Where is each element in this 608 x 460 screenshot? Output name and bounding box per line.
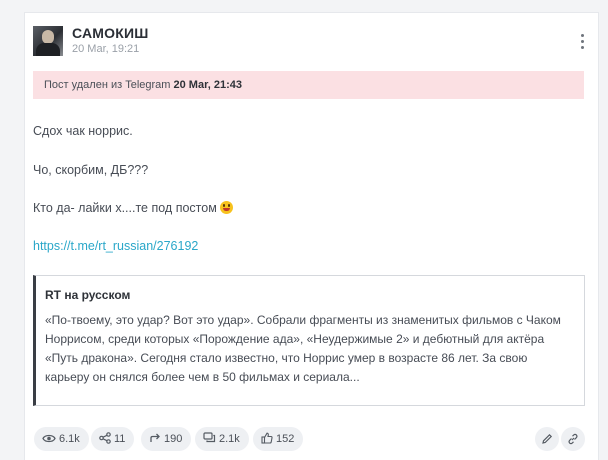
copy-link-button[interactable] — [561, 427, 585, 451]
post-card: САМОКИШ 20 Mar, 19:21 Пост удален из Tel… — [24, 12, 599, 460]
likes-count: 152 — [276, 433, 295, 445]
shares-count: 11 — [114, 433, 126, 445]
comments-stat[interactable]: 2.1k — [195, 427, 249, 451]
forwards-count: 190 — [164, 433, 183, 445]
thumbs-up-icon — [261, 432, 273, 444]
deleted-notice-text: Пост удален из Telegram — [44, 79, 174, 91]
more-vertical-icon[interactable] — [577, 33, 589, 49]
forwards-stat[interactable]: 190 — [141, 427, 192, 451]
deleted-notice-time: 20 Mar, 21:43 — [173, 79, 243, 91]
views-stat[interactable]: 6.1k — [34, 427, 89, 451]
quote-source: RT на русском — [45, 288, 131, 302]
shares-stat[interactable]: 11 — [91, 427, 135, 451]
avatar[interactable] — [33, 26, 63, 56]
views-count: 6.1k — [59, 433, 80, 445]
grinning-tongue-emoji-icon — [219, 201, 233, 214]
quote-text: «По-твоему, это удар? Вот это удар». Соб… — [45, 313, 561, 384]
message-line: Кто да- лайки х....те под постом — [33, 201, 217, 215]
comments-count: 2.1k — [219, 433, 240, 445]
author-name[interactable]: САМОКИШ — [72, 25, 149, 41]
forward-icon — [150, 433, 160, 442]
post-time: 20 Mar, 19:21 — [72, 43, 140, 55]
likes-stat[interactable]: 152 — [253, 427, 304, 451]
share-icon — [99, 432, 111, 444]
telegram-link[interactable]: https://t.me/rt_russian/276192 — [33, 239, 198, 253]
link-icon — [568, 433, 578, 445]
message-line: Сдох чак норрис. — [33, 124, 133, 138]
comments-icon — [203, 432, 216, 443]
deleted-notice: Пост удален из Telegram 20 Mar, 21:43 — [33, 71, 584, 99]
pencil-icon — [542, 433, 553, 444]
message-line-with-emoji: Кто да- лайки х....те под постом — [33, 201, 233, 215]
edit-button[interactable] — [535, 427, 559, 451]
eye-icon — [42, 434, 56, 443]
quoted-post[interactable]: RT на русском «По-твоему, это удар? Вот … — [33, 275, 585, 406]
message-line: Чо, скорбим, ДБ??? — [33, 163, 149, 177]
